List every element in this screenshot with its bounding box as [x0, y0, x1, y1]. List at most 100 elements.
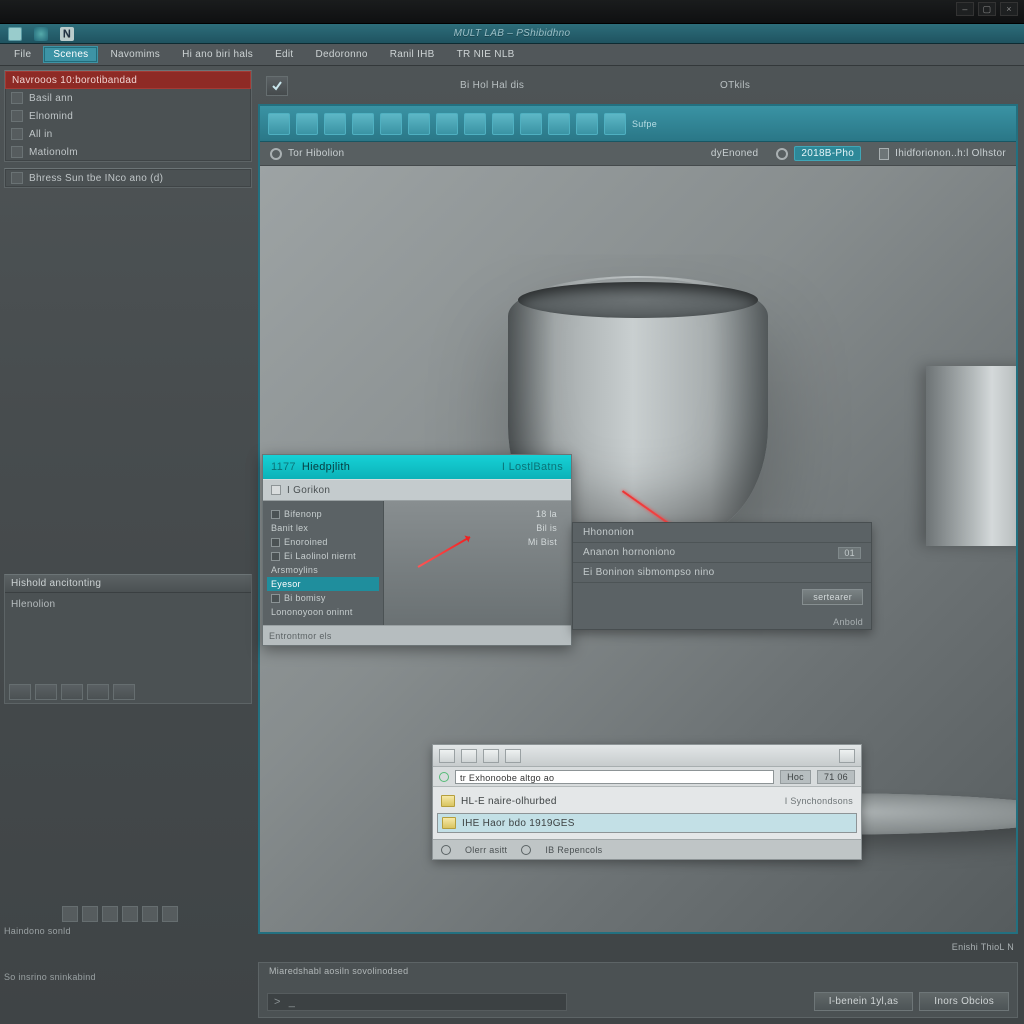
file-item-selected[interactable]: IHE Haor bdo 1919GES — [437, 813, 857, 833]
action-button-2[interactable]: Inors Obcios — [919, 992, 1009, 1011]
tool-icon[interactable] — [548, 113, 570, 135]
dialog-preview[interactable]: 18 laBil isMi Bist — [383, 501, 571, 625]
param-value: 01 — [838, 547, 861, 559]
info-pill[interactable]: 2018B-Pho — [794, 146, 861, 161]
outliner-row[interactable]: All in — [5, 125, 251, 143]
checkbox-icon[interactable] — [271, 510, 280, 519]
tree-item[interactable]: Bi bomisy — [267, 591, 379, 605]
dialog-id: 1177 — [271, 461, 296, 473]
tool-icon[interactable] — [62, 906, 78, 922]
prompt-icon: > — [274, 996, 281, 1008]
tree-item[interactable]: Enoroined — [267, 535, 379, 549]
view-button[interactable] — [839, 749, 855, 763]
menu-item-6[interactable]: Ranil IHB — [380, 46, 445, 63]
forward-button[interactable] — [461, 749, 477, 763]
action-button-1[interactable]: I-benein 1yl,as — [814, 992, 914, 1011]
settings-icon[interactable] — [34, 27, 48, 41]
menu-file[interactable]: File — [4, 46, 41, 63]
filebrowser-toolbar — [433, 745, 861, 767]
command-input[interactable]: > _ — [267, 993, 567, 1011]
tool-icon[interactable] — [464, 113, 486, 135]
corner-label: Enishi ThioL N — [952, 942, 1014, 952]
tool-icon[interactable] — [122, 906, 138, 922]
outliner-header[interactable]: Navrooos 10:borotibandad — [5, 71, 251, 89]
subbar-center: Bi Hol Hal dis — [460, 80, 524, 91]
path-chip[interactable]: Hoc — [780, 770, 811, 784]
os-titlebar: – ▢ × — [0, 0, 1024, 24]
tool-icon[interactable] — [436, 113, 458, 135]
history-btn[interactable] — [113, 684, 135, 700]
history-btn[interactable] — [87, 684, 109, 700]
info-mid: dyEnoned — [711, 148, 758, 159]
subbar-right: OTkils — [720, 80, 1014, 91]
tree-item-selected[interactable]: Eyesor — [267, 577, 379, 591]
folder-icon — [441, 795, 455, 807]
sphere-icon[interactable] — [324, 113, 346, 135]
menu-item-2[interactable]: Navomims — [100, 46, 170, 63]
vector-arrow-icon — [418, 536, 471, 568]
checkbox-icon[interactable] — [271, 552, 280, 561]
folder-icon — [442, 817, 456, 829]
history-btn[interactable] — [9, 684, 31, 700]
dialog-titlebar[interactable]: 1177 Hiedpjlith I LostlBatns — [263, 455, 571, 479]
checkbox-icon[interactable] — [271, 594, 280, 603]
tool-icon[interactable] — [142, 906, 158, 922]
menu-item-5[interactable]: Dedoronno — [306, 46, 378, 63]
tool-icon[interactable] — [102, 906, 118, 922]
menu-item-7[interactable]: TR NIE NLB — [447, 46, 525, 63]
history-btn[interactable] — [61, 684, 83, 700]
tree-item[interactable]: Banit lex — [267, 521, 379, 535]
checkbox-icon[interactable] — [11, 110, 23, 122]
cylinder-icon[interactable] — [380, 113, 402, 135]
path-chip[interactable]: 71 06 — [817, 770, 855, 784]
viewport-confirm-button[interactable] — [266, 76, 288, 96]
app-header: N MULT LAB – PShibidhno — [0, 24, 1024, 44]
document-icon[interactable] — [8, 27, 22, 41]
bulb-icon[interactable] — [268, 113, 290, 135]
tool-icon[interactable] — [492, 113, 514, 135]
history-panel: Hishold ancitonting Hlenolion — [4, 574, 252, 704]
tool-icon[interactable] — [408, 113, 430, 135]
tool-icon[interactable] — [296, 113, 318, 135]
menu-edit[interactable]: Edit — [265, 46, 303, 63]
tool-icon[interactable] — [162, 906, 178, 922]
apply-button[interactable]: sertearer — [802, 589, 863, 605]
outliner-row[interactable]: Mationolm — [5, 143, 251, 161]
tree-item[interactable]: Bifenonp — [267, 507, 379, 521]
checkbox-icon[interactable] — [11, 128, 23, 140]
minimize-button[interactable]: – — [956, 2, 974, 16]
param-row[interactable]: Ananon hornoniono01 — [573, 543, 871, 563]
tool-icon[interactable] — [520, 113, 542, 135]
tool-icon[interactable] — [604, 113, 626, 135]
checkbox-icon[interactable] — [271, 538, 280, 547]
tree-item[interactable]: Lononoyoon oninnt — [267, 605, 379, 619]
checkbox-icon[interactable] — [11, 92, 23, 104]
outliner-row[interactable]: Basil ann — [5, 89, 251, 107]
checkbox-icon[interactable] — [11, 146, 23, 158]
dialog-section[interactable]: I Gorikon — [263, 479, 571, 501]
property-row[interactable]: Bhress Sun tbe INco ano (d) — [5, 169, 251, 187]
back-button[interactable] — [439, 749, 455, 763]
param-tag: Anbold — [833, 617, 863, 627]
tool-icon[interactable] — [82, 906, 98, 922]
tool-icon[interactable] — [576, 113, 598, 135]
bottom-bar: Miaredshabl aosiln sovolinodsed > _ I-be… — [258, 962, 1018, 1018]
close-button[interactable]: × — [1000, 2, 1018, 16]
up-button[interactable] — [483, 749, 499, 763]
refresh-button[interactable] — [505, 749, 521, 763]
dialog-title: Hiedpjlith — [302, 461, 350, 473]
param-row[interactable]: Ei Boninon sibmompso nino — [573, 563, 871, 583]
menu-scenes[interactable]: Scenes — [43, 46, 98, 63]
param-row[interactable]: Hhononion — [573, 523, 871, 543]
info-left: Tor Hibolion — [288, 148, 344, 159]
path-field[interactable]: tr Exhonoobe altgo ao — [455, 770, 774, 784]
checkbox-icon[interactable] — [11, 172, 23, 184]
maximize-button[interactable]: ▢ — [978, 2, 996, 16]
outliner-row[interactable]: Elnomind — [5, 107, 251, 125]
history-btn[interactable] — [35, 684, 57, 700]
menu-item-3[interactable]: Hi ano biri hals — [172, 46, 263, 63]
cube-icon[interactable] — [352, 113, 374, 135]
tree-item[interactable]: Ei Laolinol niernt — [267, 549, 379, 563]
tree-item[interactable]: Arsmoylins — [267, 563, 379, 577]
file-item[interactable]: HL-E naire-olhurbed I Synchondsons — [437, 791, 857, 811]
